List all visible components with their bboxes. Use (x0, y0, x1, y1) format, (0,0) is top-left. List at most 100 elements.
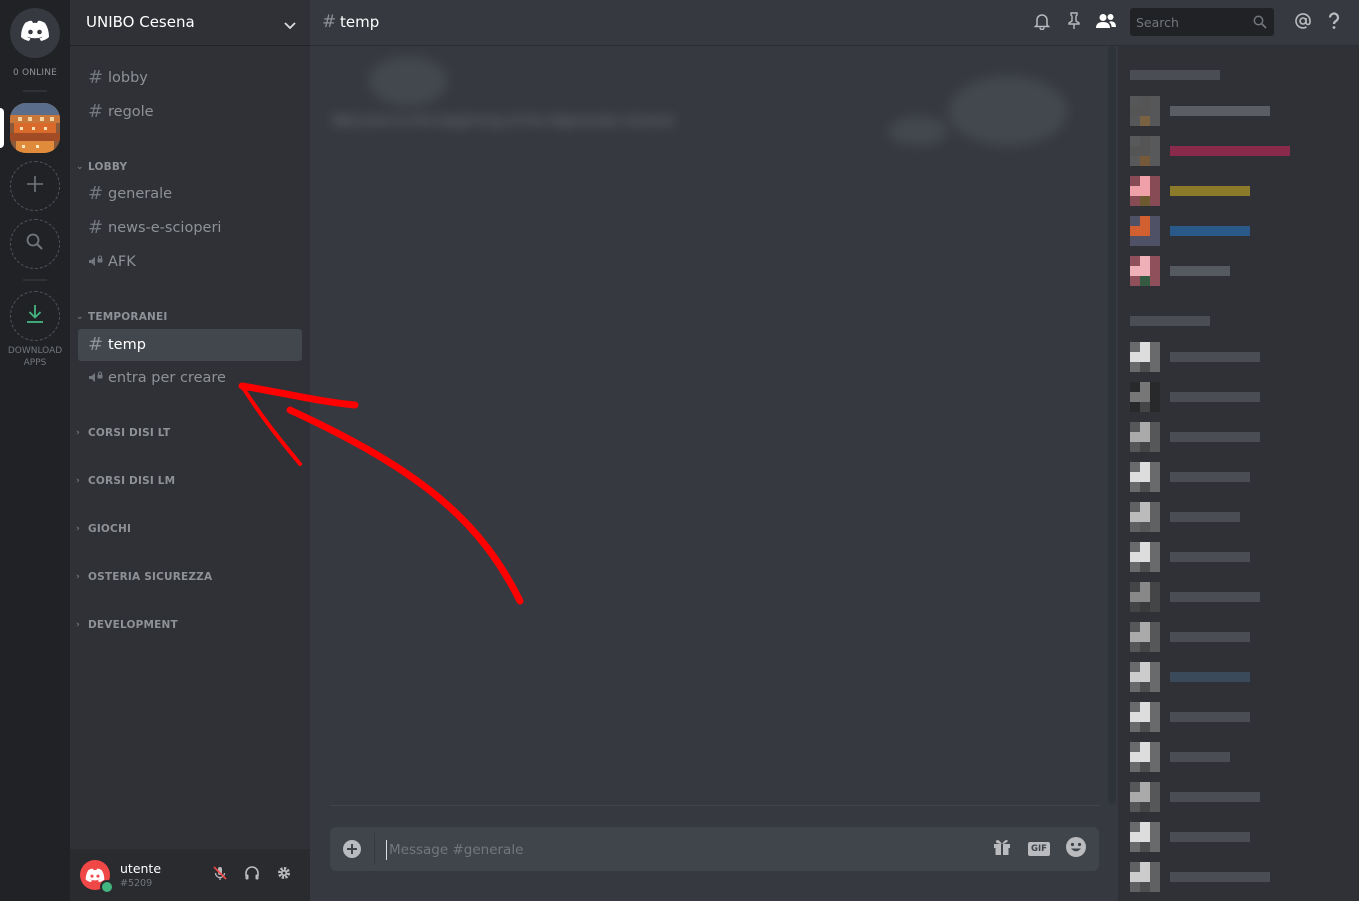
notifications-button[interactable] (1031, 12, 1053, 34)
channel-title: temp (340, 13, 380, 31)
gift-button[interactable] (990, 837, 1014, 861)
member-item[interactable] (1130, 176, 1330, 206)
channel-label: generale (108, 186, 173, 202)
category-osteria-sicurezza[interactable]: › OSTERIA SICUREZZA (76, 571, 212, 583)
channel-sidebar: UNIBO Cesena # lobby # regole ⌄ LOBBY # … (70, 0, 310, 901)
chevron-down-icon (284, 16, 296, 35)
channel-news-e-scioperi[interactable]: # news-e-scioperi (78, 212, 302, 244)
member-item[interactable] (1130, 502, 1330, 532)
member-name-redacted (1170, 552, 1250, 562)
guild-header[interactable]: UNIBO Cesena (70, 0, 310, 46)
search-box[interactable] (1130, 8, 1274, 36)
member-item[interactable] (1130, 622, 1330, 652)
category-corsi-disi-lt[interactable]: › CORSI DISI LT (76, 427, 170, 439)
channel-generale[interactable]: # generale (78, 178, 302, 210)
text-channel-icon: # (88, 101, 104, 122)
member-item[interactable] (1130, 342, 1330, 372)
member-avatar (1130, 822, 1160, 852)
member-name-redacted (1170, 186, 1250, 196)
channel-regole[interactable]: # regole (78, 96, 302, 128)
gif-icon: GIF (1028, 842, 1050, 856)
member-item[interactable] (1130, 742, 1330, 772)
deafen-button[interactable] (242, 865, 262, 885)
member-item[interactable] (1130, 216, 1330, 246)
channel-temp[interactable]: # temp (78, 329, 302, 361)
bell-icon (1033, 12, 1051, 34)
channel-label: entra per creare (108, 370, 226, 386)
member-name-redacted (1170, 146, 1290, 156)
download-apps-button[interactable] (10, 291, 60, 341)
gear-icon (276, 865, 292, 885)
plus-circle-icon (342, 840, 362, 863)
member-name-redacted (1170, 712, 1250, 722)
category-label: DEVELOPMENT (88, 619, 178, 631)
member-name-redacted (1170, 352, 1260, 362)
download-icon (24, 303, 46, 329)
message-input[interactable] (386, 840, 949, 860)
category-corsi-disi-lm[interactable]: › CORSI DISI LM (76, 475, 175, 487)
mentions-button[interactable] (1292, 12, 1314, 34)
category-temporanei[interactable]: ⌄ TEMPORANEI (76, 311, 167, 323)
member-item[interactable] (1130, 382, 1330, 412)
member-avatar (1130, 422, 1160, 452)
channel-lobby[interactable]: # lobby (78, 62, 302, 94)
search-input[interactable] (1136, 13, 1246, 31)
member-item[interactable] (1130, 136, 1330, 166)
channel-entra-per-creare[interactable]: entra per creare (78, 362, 302, 394)
help-button[interactable] (1323, 12, 1345, 34)
member-avatar (1130, 462, 1160, 492)
member-avatar (1130, 862, 1160, 892)
add-server-button[interactable] (10, 161, 60, 211)
server-icon-unibo-cesena[interactable] (10, 103, 60, 153)
member-item[interactable] (1130, 542, 1330, 572)
member-avatar (1130, 542, 1160, 572)
chevron-right-icon: › (76, 476, 80, 486)
gif-button[interactable]: GIF (1027, 837, 1051, 861)
member-item[interactable] (1130, 822, 1330, 852)
category-development[interactable]: › DEVELOPMENT (76, 619, 178, 631)
category-label: LOBBY (88, 161, 128, 173)
category-label: TEMPORANEI (88, 311, 168, 323)
member-item[interactable] (1130, 96, 1330, 126)
home-button[interactable] (10, 8, 60, 58)
member-avatar (1130, 136, 1160, 166)
chat-scrollbar[interactable] (1108, 46, 1116, 804)
pinned-messages-button[interactable] (1063, 12, 1085, 34)
channel-label: lobby (108, 70, 148, 86)
category-label: OSTERIA SICUREZZA (88, 571, 213, 583)
emoji-button[interactable] (1064, 837, 1088, 861)
member-name-redacted (1170, 432, 1260, 442)
plus-icon (25, 174, 45, 198)
member-item[interactable] (1130, 662, 1330, 692)
member-list-toggle[interactable] (1095, 12, 1117, 34)
text-channel-icon: # (88, 334, 104, 355)
upload-button[interactable] (342, 839, 362, 859)
member-item[interactable] (1130, 422, 1330, 452)
channel-label: news-e-scioperi (108, 220, 222, 236)
mute-button[interactable] (210, 865, 230, 885)
explore-servers-button[interactable] (10, 219, 60, 269)
user-discriminator: #5209 (120, 878, 153, 889)
category-label: CORSI DISI LT (88, 427, 171, 439)
category-lobby[interactable]: ⌄ LOBBY (76, 161, 127, 173)
channel-header: # temp (310, 0, 1359, 46)
member-item[interactable] (1130, 256, 1330, 286)
blurred-welcome-message: Welcome to the beginning of the #general… (328, 56, 1088, 186)
category-giochi[interactable]: › GIOCHI (76, 523, 131, 535)
chevron-down-icon: ⌄ (76, 162, 84, 172)
channel-afk[interactable]: AFK (78, 246, 302, 278)
locked-voice-channel-icon (88, 371, 106, 385)
microphone-muted-icon (212, 865, 228, 885)
member-item[interactable] (1130, 782, 1330, 812)
online-count: 0 ONLINE (12, 68, 58, 78)
member-avatar (1130, 622, 1160, 652)
user-settings-button[interactable] (274, 865, 294, 885)
username: utente (120, 861, 162, 876)
smiley-icon (1065, 836, 1087, 862)
member-name-redacted (1170, 592, 1260, 602)
member-avatar (1130, 96, 1160, 126)
member-item[interactable] (1130, 462, 1330, 492)
member-item[interactable] (1130, 582, 1330, 612)
member-item[interactable] (1130, 702, 1330, 732)
member-item[interactable] (1130, 862, 1330, 892)
